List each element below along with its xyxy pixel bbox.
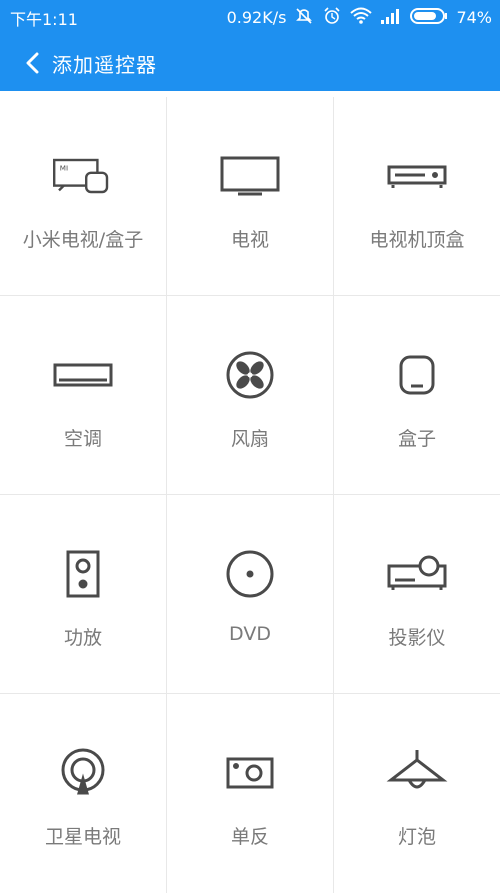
- device-item-box[interactable]: 盒子: [334, 296, 500, 495]
- signal-icon: [380, 8, 402, 28]
- satellite-tv-icon: [51, 748, 115, 798]
- device-label: 空调: [63, 428, 102, 450]
- chevron-left-icon: [26, 52, 39, 74]
- mi-tv-box-icon: MI: [51, 151, 115, 201]
- silent-icon: [294, 7, 314, 29]
- device-label: 风扇: [230, 428, 269, 450]
- page-title: 添加遥控器: [52, 52, 157, 77]
- light-bulb-icon: [385, 748, 449, 798]
- status-bar: 下午1:11 0.92K/s 74%: [0, 0, 500, 35]
- app-bar: 添加遥控器: [0, 35, 500, 91]
- alarm-icon: [322, 6, 342, 29]
- device-item-set-top-box[interactable]: 电视机顶盒: [334, 97, 500, 296]
- wifi-icon: [350, 7, 373, 29]
- device-label: 投影仪: [388, 627, 446, 649]
- device-item-satellite-tv[interactable]: 卫星电视: [0, 694, 167, 893]
- device-label: 电视机顶盒: [369, 229, 465, 251]
- device-item-fan[interactable]: 风扇: [167, 296, 334, 495]
- device-item-light-bulb[interactable]: 灯泡: [334, 694, 500, 893]
- status-time: 下午1:11: [10, 9, 78, 29]
- dvd-icon: [218, 549, 282, 599]
- device-grid: MI 小米电视/盒子 电视 电视机顶盒 空调 风扇 盒子 功放 DVD 投影仪 …: [0, 97, 500, 893]
- air-conditioner-icon: [51, 350, 115, 400]
- battery-icon: [410, 7, 448, 29]
- fan-icon: [218, 350, 282, 400]
- device-item-mi-tv-box[interactable]: MI 小米电视/盒子: [0, 97, 167, 296]
- device-label: 灯泡: [397, 826, 436, 848]
- device-item-air-conditioner[interactable]: 空调: [0, 296, 167, 495]
- battery-percent: 74%: [456, 8, 492, 27]
- svg-text:MI: MI: [60, 163, 68, 172]
- status-icons: 0.92K/s 74%: [226, 6, 492, 29]
- projector-icon: [385, 549, 449, 599]
- device-label: 盒子: [397, 428, 436, 450]
- device-item-tv[interactable]: 电视: [167, 97, 334, 296]
- device-item-amplifier[interactable]: 功放: [0, 495, 167, 694]
- device-label: 电视: [230, 229, 269, 251]
- network-speed: 0.92K/s: [226, 8, 287, 27]
- device-item-dvd[interactable]: DVD: [167, 495, 334, 694]
- tv-icon: [218, 151, 282, 201]
- box-icon: [385, 350, 449, 400]
- device-label: 功放: [63, 627, 102, 649]
- amplifier-icon: [51, 549, 115, 599]
- set-top-box-icon: [385, 151, 449, 201]
- device-label: 单反: [230, 826, 269, 848]
- device-item-dslr[interactable]: 单反: [167, 694, 334, 893]
- device-label: 卫星电视: [44, 826, 121, 848]
- device-label: 小米电视/盒子: [22, 229, 144, 251]
- device-label: DVD: [229, 623, 271, 645]
- dslr-camera-icon: [218, 748, 282, 798]
- device-item-projector[interactable]: 投影仪: [334, 495, 500, 694]
- back-button[interactable]: [20, 50, 46, 76]
